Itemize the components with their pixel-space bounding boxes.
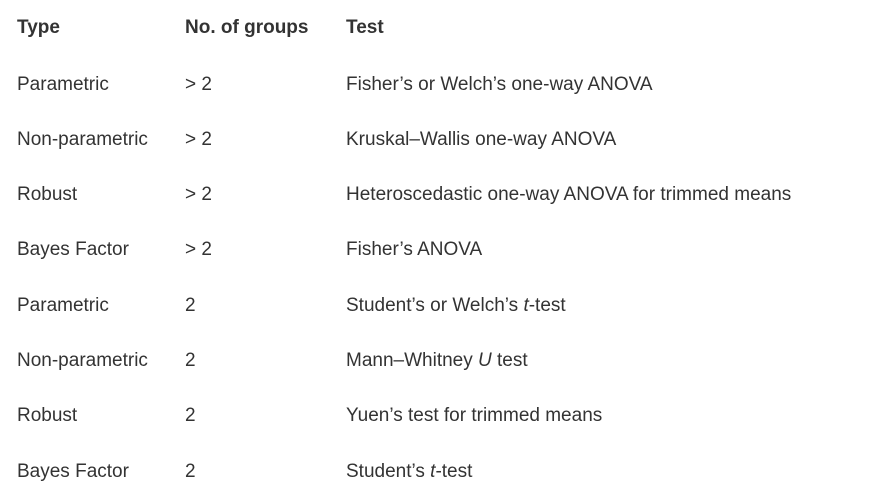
table-row: Non-parametric > 2 Kruskal–Wallis one-wa… [0,125,872,155]
test-text: Student’s or Welch’s [346,295,524,316]
groups-cell: 2 [185,350,196,371]
test-cell: Yuen’s test for trimmed means [346,405,603,426]
test-cell: Fisher’s or Welch’s one-way ANOVA [346,74,653,95]
groups-cell: > 2 [185,129,212,150]
type-cell: Non-parametric [17,129,148,150]
test-cell: Mann–Whitney U test [346,346,528,376]
table-header-row: Type No. of groups Test [0,13,872,43]
type-cell: Bayes Factor [17,461,129,482]
groups-cell: 2 [185,405,196,426]
type-cell: Robust [17,184,78,205]
test-text: test [491,350,528,371]
groups-cell: > 2 [185,184,212,205]
groups-cell: > 2 [185,239,212,260]
type-cell: Parametric [17,74,109,95]
table-row: Robust > 2 Heteroscedastic one-way ANOVA… [0,180,872,210]
test-cell: Heteroscedastic one-way ANOVA for trimme… [346,184,792,205]
table-row: Parametric 2 Student’s or Welch’s t-test [0,291,872,321]
test-text: Mann–Whitney [346,350,479,371]
type-cell: Bayes Factor [17,239,129,260]
statistical-tests-table: Type No. of groups Test Parametric > 2 F… [0,0,872,488]
test-cell: Kruskal–Wallis one-way ANOVA [346,129,617,150]
test-cell: Student’s t-test [346,457,472,487]
table-row: Robust 2 Yuen’s test for trimmed means [0,401,872,431]
type-cell: Non-parametric [17,350,148,371]
test-text: -test [435,461,473,482]
test-text: -test [528,295,566,316]
type-cell: Robust [17,405,78,426]
column-header-type: Type [17,17,60,38]
table-row: Bayes Factor > 2 Fisher’s ANOVA [0,235,872,265]
test-cell: Student’s or Welch’s t-test [346,291,566,321]
italic-symbol: U [478,350,492,371]
table-row: Bayes Factor 2 Student’s t-test [0,457,872,487]
groups-cell: 2 [185,461,196,482]
test-text: Student’s [346,461,431,482]
test-cell: Fisher’s ANOVA [346,239,483,260]
column-header-groups: No. of groups [185,17,309,38]
column-header-test: Test [346,17,384,38]
groups-cell: > 2 [185,74,212,95]
type-cell: Parametric [17,295,109,316]
groups-cell: 2 [185,295,196,316]
table-row: Parametric > 2 Fisher’s or Welch’s one-w… [0,70,872,100]
table-row: Non-parametric 2 Mann–Whitney U test [0,346,872,376]
